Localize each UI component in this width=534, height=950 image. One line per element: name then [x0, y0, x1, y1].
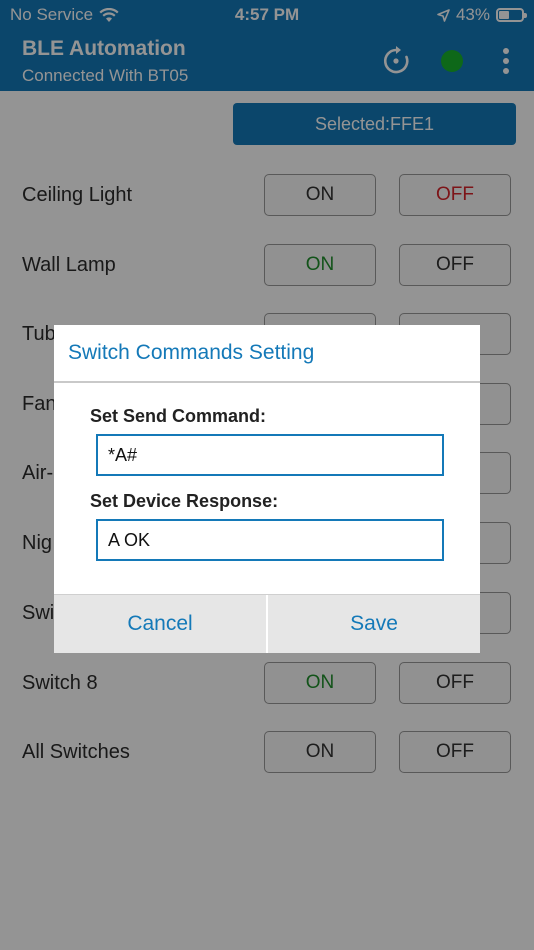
cancel-button[interactable]: Cancel [54, 595, 266, 653]
dialog-actions: Cancel Save [54, 594, 480, 653]
send-command-input[interactable] [96, 434, 444, 476]
dialog-divider [54, 381, 480, 383]
device-response-label: Set Device Response: [90, 491, 279, 511]
device-response-input[interactable] [96, 519, 444, 561]
switch-commands-dialog: Switch Commands Setting Set Send Command… [54, 325, 480, 653]
dialog-title: Switch Commands Setting [68, 341, 315, 364]
send-command-label: Set Send Command: [90, 406, 267, 426]
save-button[interactable]: Save [268, 595, 480, 653]
